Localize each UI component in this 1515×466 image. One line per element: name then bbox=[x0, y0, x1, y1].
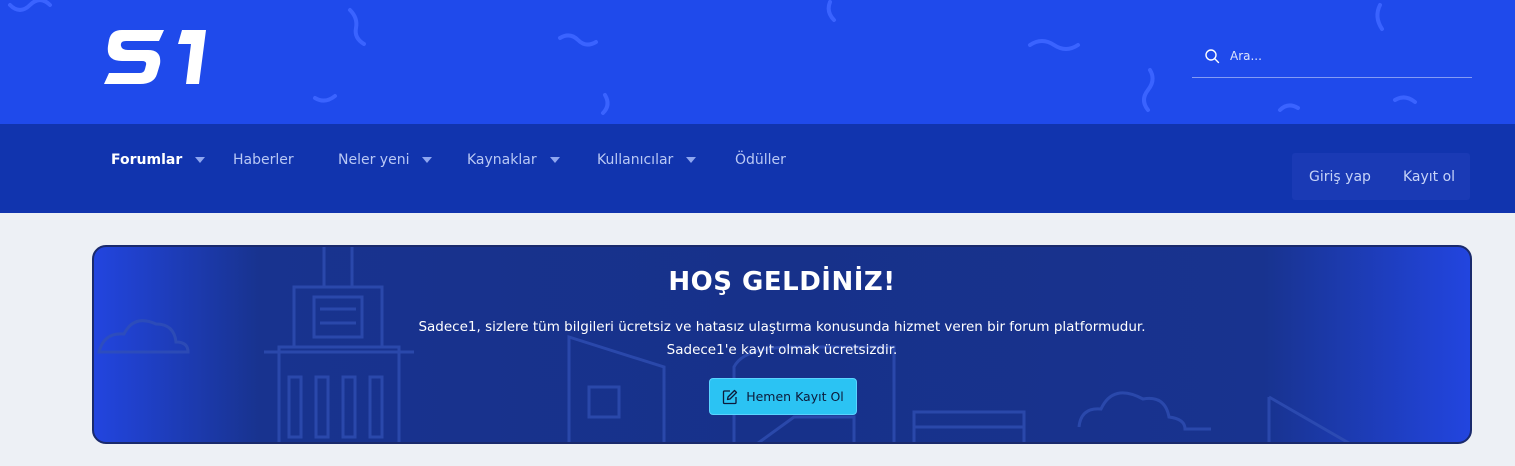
nav-item-neler-yeni[interactable]: Neler yeni bbox=[338, 150, 433, 170]
nav-item-label: Kullanıcılar bbox=[597, 152, 674, 168]
logo[interactable] bbox=[104, 26, 210, 86]
edit-icon bbox=[723, 389, 738, 404]
nav-item-kullanicilar[interactable]: Kullanıcılar bbox=[597, 150, 697, 170]
search-box[interactable] bbox=[1192, 34, 1472, 78]
banner-title: HOŞ GELDİNİZ! bbox=[668, 267, 896, 297]
nav-item-label: Ödüller bbox=[735, 152, 786, 168]
nav-item-oduller[interactable]: Ödüller bbox=[735, 150, 786, 170]
register-now-label: Hemen Kayıt Ol bbox=[746, 389, 844, 404]
login-button[interactable]: Giriş yap bbox=[1292, 153, 1388, 200]
welcome-banner: HOŞ GELDİNİZ! Sadece1, sizlere tüm bilgi… bbox=[92, 245, 1472, 444]
nav-item-haberler[interactable]: Haberler bbox=[233, 150, 294, 170]
chevron-down-icon[interactable] bbox=[549, 157, 560, 163]
nav-item-label: Forumlar bbox=[111, 152, 183, 168]
search-input[interactable] bbox=[1230, 48, 1450, 63]
banner-subtext: Sadece1'e kayıt olmak ücretsizdir. bbox=[666, 342, 898, 358]
register-button[interactable]: Kayıt ol bbox=[1388, 153, 1470, 200]
nav-item-label: Kaynaklar bbox=[467, 152, 537, 168]
nav-item-forumlar[interactable]: Forumlar bbox=[111, 150, 206, 170]
search-icon bbox=[1205, 48, 1220, 63]
chevron-down-icon[interactable] bbox=[422, 157, 433, 163]
banner-description: Sadece1, sizlere tüm bilgileri ücretsiz … bbox=[418, 319, 1146, 335]
nav-item-kaynaklar[interactable]: Kaynaklar bbox=[467, 150, 560, 170]
main-nav: Forumlar Haberler Neler yeni Kaynaklar K… bbox=[0, 124, 1515, 213]
register-now-button[interactable]: Hemen Kayıt Ol bbox=[709, 378, 857, 415]
nav-item-label: Haberler bbox=[233, 152, 294, 168]
auth-buttons: Giriş yap Kayıt ol bbox=[1292, 153, 1470, 200]
nav-item-label: Neler yeni bbox=[338, 152, 410, 168]
chevron-down-icon[interactable] bbox=[686, 157, 697, 163]
chevron-down-icon[interactable] bbox=[195, 157, 206, 163]
site-header bbox=[0, 0, 1515, 124]
